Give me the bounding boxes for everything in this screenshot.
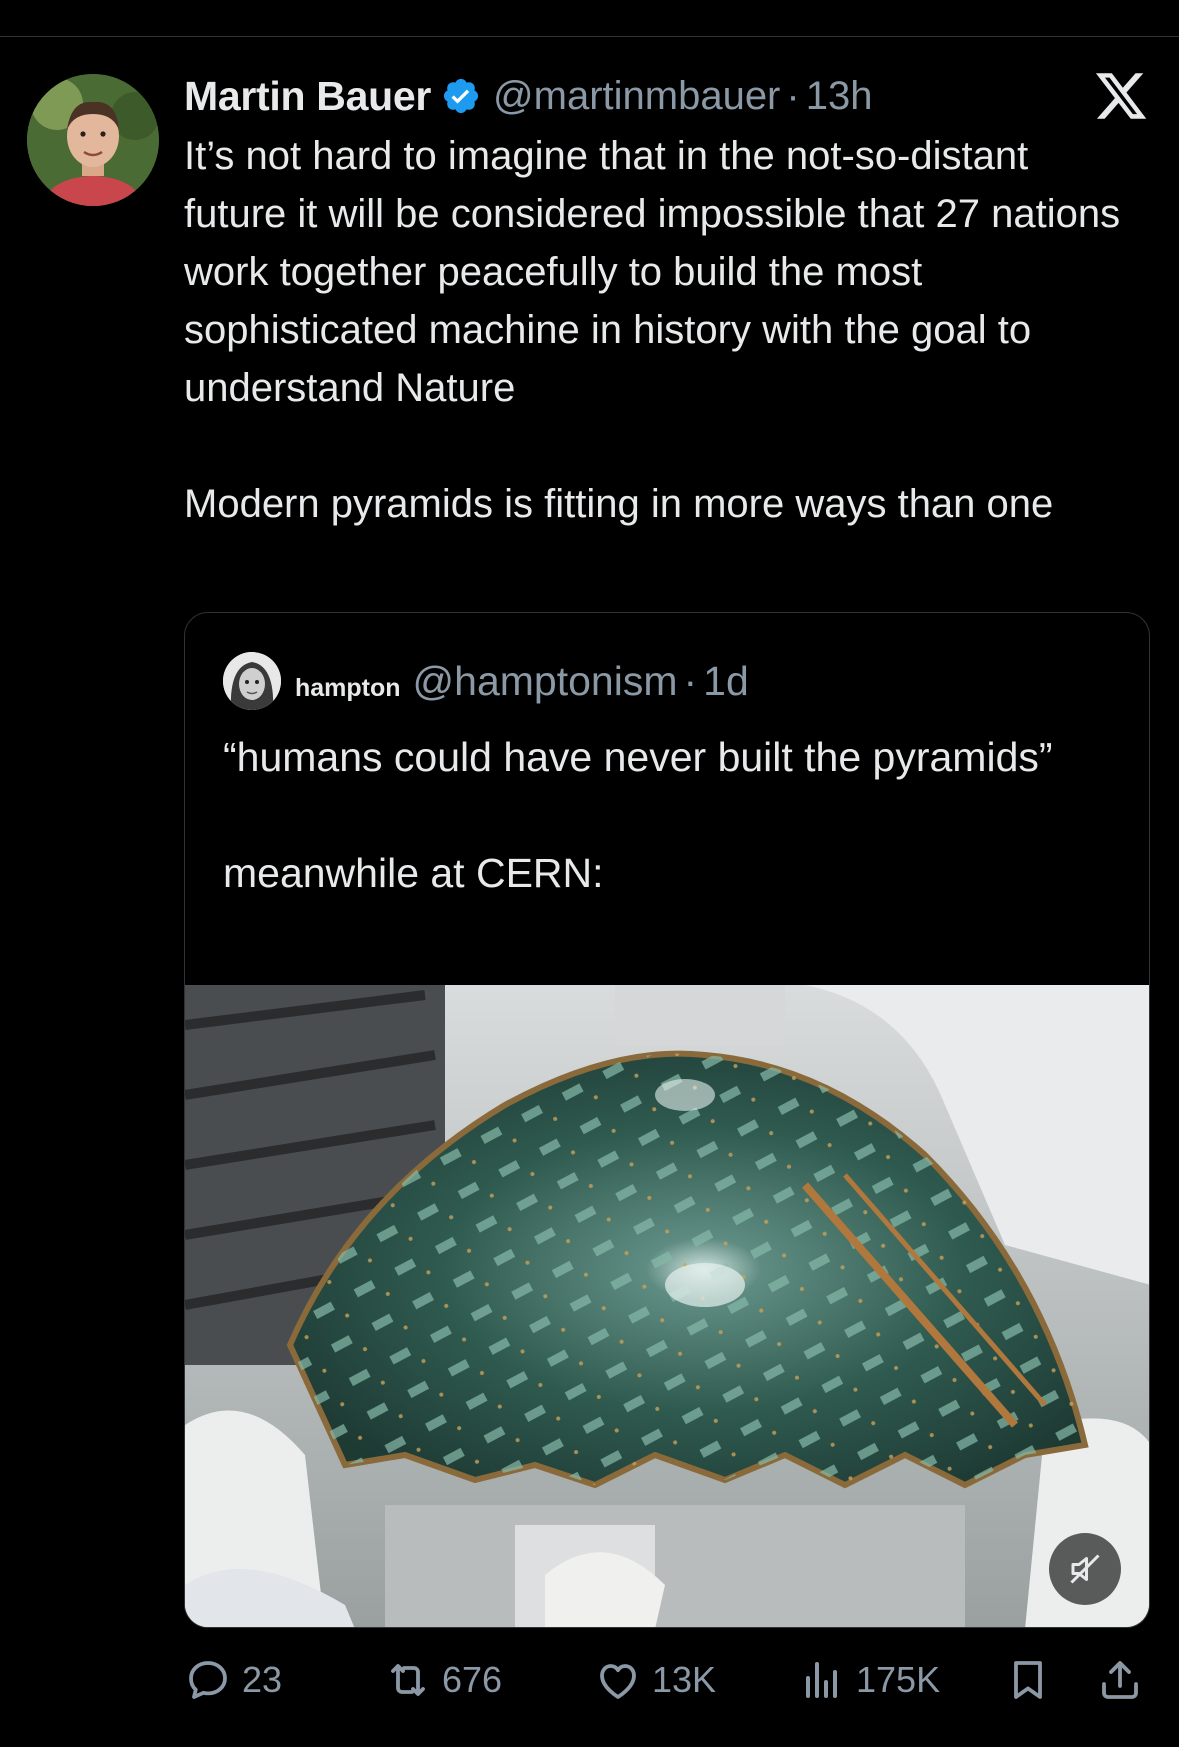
author-name[interactable]: Martin Bauer — [184, 73, 431, 120]
quote-author-handle: @hamptonism — [412, 657, 678, 704]
bookmark-icon — [1014, 1661, 1042, 1699]
tweet-time[interactable]: 13h — [806, 74, 873, 119]
quote-paragraph-1: “humans could have never built the pyram… — [223, 734, 1053, 780]
quoted-tweet-card[interactable]: hampton @hamptonism · 1d “humans could h… — [184, 612, 1150, 1628]
reply-count: 23 — [242, 1659, 283, 1700]
action-bar: 23 676 13K 175K — [184, 1652, 1150, 1708]
author-avatar[interactable] — [27, 74, 159, 206]
like-count: 13K — [652, 1659, 717, 1700]
views-button[interactable]: 175K — [798, 1652, 940, 1708]
tweet-header: Martin Bauer @martinmbauer · 13h — [184, 66, 872, 126]
like-button[interactable]: 13K — [594, 1652, 716, 1708]
quote-paragraph-2: meanwhile at CERN: — [223, 850, 604, 896]
reply-button[interactable]: 23 — [184, 1652, 282, 1708]
mute-icon — [1070, 1554, 1100, 1584]
header-separator: · — [786, 73, 800, 118]
author-handle[interactable]: @martinmbauer — [493, 74, 780, 119]
quote-author-avatar — [223, 652, 281, 710]
quote-header: hampton @hamptonism · 1d — [223, 651, 749, 711]
like-icon — [600, 1664, 636, 1699]
mute-button[interactable] — [1049, 1533, 1121, 1605]
author-avatar-image — [27, 74, 159, 206]
verified-badge-icon — [441, 76, 481, 116]
quote-text: “humans could have never built the pyram… — [223, 728, 1103, 902]
share-button[interactable] — [1096, 1652, 1154, 1708]
views-count: 175K — [856, 1659, 941, 1700]
repost-count: 676 — [442, 1659, 503, 1700]
quote-author-name: hampton — [295, 673, 401, 702]
bookmark-button[interactable] — [1004, 1652, 1062, 1708]
tweet-paragraph-1: It’s not hard to imagine that in the not… — [184, 134, 1121, 410]
share-icon — [1102, 1661, 1138, 1699]
quote-video[interactable] — [185, 985, 1149, 1627]
tweet-paragraph-2: Modern pyramids is fitting in more ways … — [184, 482, 1054, 526]
quote-time: 1d — [703, 657, 749, 704]
reply-icon — [189, 1661, 227, 1699]
tweet-text: It’s not hard to imagine that in the not… — [184, 127, 1134, 533]
x-logo-icon[interactable] — [1093, 68, 1149, 124]
video-frame-image — [185, 985, 1149, 1627]
top-divider — [0, 36, 1179, 37]
repost-icon — [391, 1664, 425, 1696]
quote-header-separator: · — [683, 657, 698, 704]
views-icon — [806, 1662, 837, 1698]
repost-button[interactable]: 676 — [384, 1652, 502, 1708]
